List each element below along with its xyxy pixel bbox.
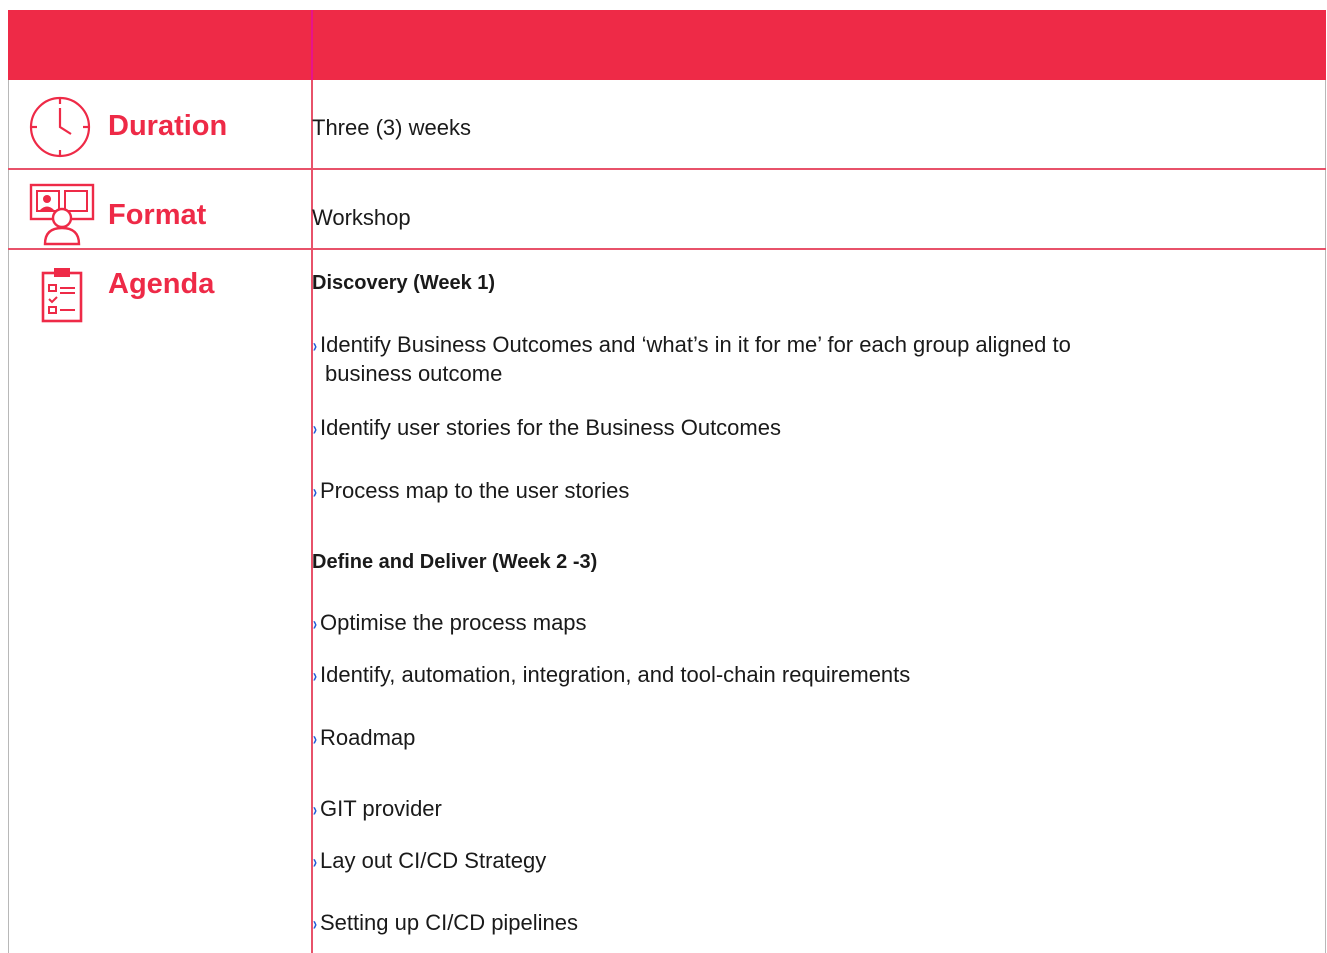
list-item-text: Identify Business Outcomes and ‘what’s i… <box>320 332 1071 357</box>
discovery-title: Discovery (Week 1) <box>312 272 496 294</box>
row-divider <box>8 248 1326 250</box>
chevron-right-icon: › <box>312 614 318 634</box>
list-item: › Optimise the process maps <box>312 609 1292 638</box>
define-title: Define and Deliver (Week 2 -3) <box>312 551 598 573</box>
list-item: › Lay out CI/CD Strategy <box>312 847 1292 876</box>
chevron-right-icon: › <box>312 419 318 439</box>
list-item-text: GIT provider <box>320 796 442 821</box>
list-item: › Process map to the user stories <box>312 477 1292 506</box>
list-item-text: Lay out CI/CD Strategy <box>320 848 547 873</box>
list-item-text: business outcome <box>325 361 503 386</box>
chevron-right-icon: › <box>312 914 318 934</box>
list-item-text: Setting up CI/CD pipelines <box>320 910 579 935</box>
list-item: › GIT provider <box>312 795 1292 824</box>
presentation-icon <box>29 183 95 246</box>
list-item-text: Process map to the user stories <box>320 478 630 503</box>
list-item: › Identify Business Outcomes and ‘what’s … <box>312 331 1292 388</box>
clipboard-checklist-icon <box>41 268 83 323</box>
list-item: › Identify user stories for the Business … <box>312 414 1292 443</box>
table-right-border <box>1325 80 1326 953</box>
format-label-cell: Format <box>108 199 206 232</box>
header-divider <box>311 10 313 80</box>
chevron-right-icon: › <box>312 800 318 820</box>
duration-value: Three (3) weeks <box>312 115 471 140</box>
chevron-right-icon: › <box>312 852 318 872</box>
table-left-border <box>8 80 9 953</box>
table-header <box>8 10 1326 80</box>
duration-label: Duration <box>108 110 228 142</box>
list-item-text: Identify, automation, integration, and t… <box>320 662 911 687</box>
list-item: › Roadmap <box>312 724 1292 753</box>
clock-icon <box>29 96 91 158</box>
chevron-right-icon: › <box>312 336 318 356</box>
agenda-label: Agenda <box>108 268 215 300</box>
list-item-text: Optimise the process maps <box>320 610 587 635</box>
chevron-right-icon: › <box>312 482 318 502</box>
chevron-right-icon: › <box>312 666 318 686</box>
format-label: Format <box>108 199 207 231</box>
list-item-text: Roadmap <box>320 725 416 750</box>
list-item: › Identify, automation, integration, and … <box>312 661 1292 690</box>
format-value: Workshop <box>312 205 411 230</box>
agenda-label-cell: Agenda <box>108 268 214 301</box>
duration-label-cell: Duration <box>108 110 227 143</box>
list-item-text: Identify user stories for the Business O… <box>320 415 781 440</box>
chevron-right-icon: › <box>312 729 318 749</box>
row-divider <box>8 168 1326 170</box>
list-item: › Setting up CI/CD pipelines <box>312 909 1292 938</box>
